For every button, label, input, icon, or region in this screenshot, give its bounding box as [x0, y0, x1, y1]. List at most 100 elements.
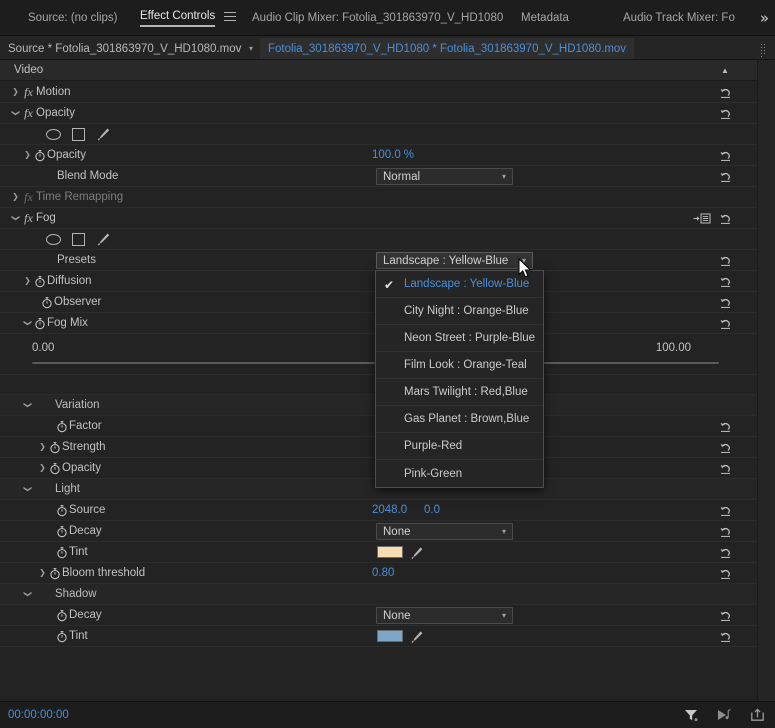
- reset-button[interactable]: [717, 542, 733, 563]
- stopwatch-icon[interactable]: [33, 271, 47, 292]
- clip-sequence-chip[interactable]: Fotolia_301863970_V_HD1080 * Fotolia_301…: [260, 38, 635, 59]
- tab-audio-track-mixer[interactable]: Audio Track Mixer: Fo: [623, 0, 735, 36]
- stopwatch-icon[interactable]: [55, 626, 69, 647]
- row-light-source[interactable]: Source 2048.0 0.0: [0, 500, 757, 521]
- pen-mask-icon[interactable]: [96, 232, 111, 246]
- reset-button[interactable]: [717, 103, 733, 124]
- disclosure-triangle-icon[interactable]: [10, 103, 21, 124]
- light-source-y-wrap[interactable]: 0.0: [424, 500, 440, 521]
- presets-menu-item[interactable]: Film Look : Orange-Teal: [376, 352, 543, 379]
- stopwatch-icon[interactable]: [33, 145, 47, 166]
- presets-dropdown-menu[interactable]: ✔ Landscape : Yellow-Blue City Night : Ora…: [375, 270, 544, 488]
- disclosure-triangle-icon[interactable]: [22, 395, 33, 416]
- stopwatch-icon[interactable]: [55, 416, 69, 437]
- disclosure-triangle-icon[interactable]: [37, 437, 48, 458]
- opacity-value-wrap[interactable]: 100.0 %: [372, 145, 414, 166]
- presets-menu-item[interactable]: Purple-Red: [376, 433, 543, 460]
- collapse-arrow-icon[interactable]: ▲: [717, 60, 733, 81]
- tab-effect-controls[interactable]: Effect Controls: [140, 0, 237, 36]
- disclosure-triangle-icon[interactable]: [10, 187, 21, 208]
- row-blend-mode[interactable]: Blend Mode Normal ▾: [0, 166, 757, 187]
- disclosure-triangle-icon[interactable]: [22, 271, 33, 292]
- stopwatch-icon[interactable]: [40, 292, 54, 313]
- stopwatch-icon[interactable]: [48, 563, 62, 584]
- row-motion[interactable]: fx Motion: [0, 82, 757, 103]
- stopwatch-icon[interactable]: [33, 313, 47, 334]
- reset-button[interactable]: [717, 500, 733, 521]
- tab-audio-clip-mixer[interactable]: Audio Clip Mixer: Fotolia_301863970_V_HD…: [252, 0, 503, 36]
- stopwatch-icon[interactable]: [55, 542, 69, 563]
- ellipse-mask-icon[interactable]: [46, 233, 61, 245]
- reset-button[interactable]: [717, 605, 733, 626]
- timecode-display[interactable]: 00:00:00:00: [8, 709, 69, 721]
- row-fog-effect[interactable]: fx Fog: [0, 208, 757, 229]
- drag-grip-icon[interactable]: [760, 43, 767, 57]
- play-audio-icon[interactable]: [716, 708, 732, 722]
- presets-menu-item[interactable]: Pink-Green: [376, 460, 543, 487]
- row-light-tint[interactable]: Tint: [0, 542, 757, 563]
- hamburger-icon[interactable]: [224, 12, 237, 22]
- reset-button[interactable]: [717, 626, 733, 647]
- tab-metadata[interactable]: Metadata: [521, 0, 569, 36]
- export-frame-icon[interactable]: [750, 708, 765, 722]
- chevron-down-icon[interactable]: ▾: [243, 37, 259, 60]
- eyedropper-icon[interactable]: [410, 546, 424, 560]
- presets-dropdown[interactable]: Landscape : Yellow-Blue ▾: [376, 252, 533, 269]
- disclosure-triangle-icon[interactable]: [22, 584, 33, 605]
- stopwatch-icon[interactable]: [55, 500, 69, 521]
- row-opacity-effect[interactable]: fx Opacity: [0, 103, 757, 124]
- eyedropper-icon[interactable]: [410, 630, 424, 644]
- disclosure-triangle-icon[interactable]: [10, 208, 21, 229]
- disclosure-triangle-icon[interactable]: [22, 479, 33, 500]
- video-section-header[interactable]: Video ▲: [0, 60, 757, 81]
- reset-button[interactable]: [717, 563, 733, 584]
- presets-menu-item[interactable]: ✔ Landscape : Yellow-Blue: [376, 271, 543, 298]
- reset-button[interactable]: [717, 313, 733, 334]
- row-opacity-param[interactable]: Opacity 100.0 %: [0, 145, 757, 166]
- pen-mask-icon[interactable]: [96, 127, 111, 141]
- rectangle-mask-icon[interactable]: [72, 232, 85, 246]
- disclosure-triangle-icon[interactable]: [37, 458, 48, 479]
- shadow-tint-swatch[interactable]: [377, 630, 403, 642]
- ellipse-mask-icon[interactable]: [46, 128, 61, 140]
- row-shadow-tint[interactable]: Tint: [0, 626, 757, 647]
- row-light-decay[interactable]: Decay None ▾: [0, 521, 757, 542]
- row-presets[interactable]: Presets Landscape : Yellow-Blue ▾: [0, 250, 757, 271]
- keyframe-nav-icon[interactable]: [693, 208, 711, 229]
- reset-button[interactable]: [717, 292, 733, 313]
- rectangle-mask-icon[interactable]: [72, 127, 85, 141]
- reset-button[interactable]: [717, 521, 733, 542]
- row-shadow-decay[interactable]: Decay None ▾: [0, 605, 757, 626]
- reset-button[interactable]: [717, 82, 733, 103]
- reset-button[interactable]: [717, 416, 733, 437]
- presets-menu-item[interactable]: Neon Street : Purple-Blue: [376, 325, 543, 352]
- bloom-threshold-value-wrap[interactable]: 0.80: [372, 563, 394, 584]
- blend-mode-dropdown[interactable]: Normal ▾: [376, 168, 513, 185]
- clip-source-label-wrap[interactable]: Source * Fotolia_301863970_V_HD1080.mov: [8, 37, 241, 60]
- light-decay-dropdown[interactable]: None ▾: [376, 523, 513, 540]
- reset-button[interactable]: [717, 437, 733, 458]
- light-tint-swatch[interactable]: [377, 546, 403, 558]
- filter-icon[interactable]: [684, 708, 698, 722]
- disclosure-triangle-icon[interactable]: [22, 145, 33, 166]
- light-source-x-wrap[interactable]: 2048.0: [372, 500, 407, 521]
- row-bloom-threshold[interactable]: Bloom threshold 0.80: [0, 563, 757, 584]
- row-time-remapping[interactable]: fx Time Remapping: [0, 187, 757, 208]
- presets-menu-item[interactable]: Gas Planet : Brown,Blue: [376, 406, 543, 433]
- disclosure-triangle-icon[interactable]: [37, 563, 48, 584]
- reset-button[interactable]: [717, 208, 733, 229]
- reset-button[interactable]: [717, 458, 733, 479]
- reset-button[interactable]: [717, 166, 733, 187]
- stopwatch-icon[interactable]: [48, 458, 62, 479]
- presets-menu-item[interactable]: Mars Twilight : Red,Blue: [376, 379, 543, 406]
- disclosure-triangle-icon[interactable]: [22, 313, 33, 334]
- stopwatch-icon[interactable]: [48, 437, 62, 458]
- reset-button[interactable]: [717, 271, 733, 292]
- stopwatch-icon[interactable]: [55, 521, 69, 542]
- stopwatch-icon[interactable]: [55, 605, 69, 626]
- tab-overflow-icon[interactable]: »: [760, 0, 769, 36]
- disclosure-triangle-icon[interactable]: [10, 82, 21, 103]
- presets-menu-item[interactable]: City Night : Orange-Blue: [376, 298, 543, 325]
- reset-button[interactable]: [717, 145, 733, 166]
- shadow-decay-dropdown[interactable]: None ▾: [376, 607, 513, 624]
